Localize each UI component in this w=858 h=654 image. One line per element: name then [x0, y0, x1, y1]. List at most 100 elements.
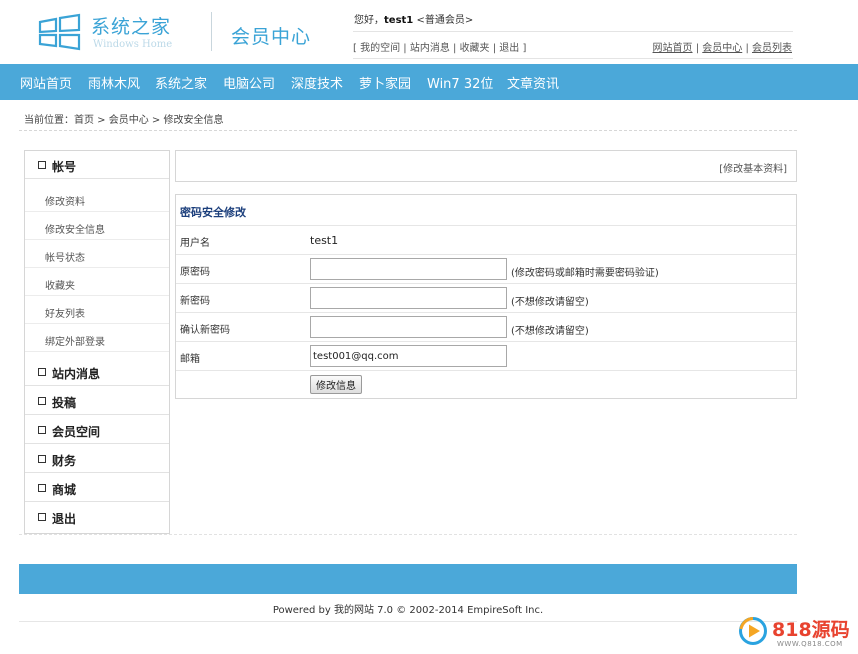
form-row-username: 用户名 test1	[176, 225, 796, 254]
link-site-home[interactable]: 网站首页	[653, 43, 693, 54]
breadcrumb-current: 修改安全信息	[163, 115, 224, 126]
sidebar-section-logout[interactable]: 退出	[25, 503, 169, 531]
submit-button[interactable]: 修改信息	[310, 375, 362, 394]
breadcrumb-member-center[interactable]: 会员中心	[109, 115, 149, 126]
nav-item-xtzj[interactable]: 系统之家	[155, 73, 207, 92]
form-row-old-password: 原密码 (修改密码或邮箱时需要密码验证)	[176, 254, 796, 283]
play-logo-icon	[739, 617, 767, 645]
sidebar-section-label: 财务	[52, 454, 77, 468]
confirm-password-label: 确认新密码	[180, 325, 230, 336]
sidebar-section-label: 站内消息	[52, 367, 101, 381]
square-bullet-icon	[38, 484, 46, 492]
watermark-name: 818源码	[772, 619, 850, 641]
old-password-label: 原密码	[180, 267, 210, 278]
sidebar-section-label: 投稿	[52, 396, 77, 410]
square-bullet-icon	[38, 397, 46, 405]
form-row-new-password: 新密码 (不想修改请留空)	[176, 283, 796, 312]
email-label: 邮箱	[180, 354, 200, 365]
square-bullet-icon	[38, 455, 46, 463]
windows-logo-icon	[38, 13, 81, 51]
sidebar-item-label: 收藏夹	[45, 281, 75, 292]
form-row-email: 邮箱	[176, 341, 796, 370]
sidebar-section-member-space[interactable]: 会员空间	[25, 416, 169, 444]
old-password-input[interactable]	[310, 258, 507, 280]
nav-item-sdjs[interactable]: 深度技术	[291, 73, 343, 92]
nav-item-lbjy[interactable]: 萝卜家园	[359, 73, 411, 92]
greeting-username: test1	[384, 15, 414, 26]
greeting: 您好，test1 <普通会员>	[354, 11, 473, 26]
confirm-password-input[interactable]	[310, 316, 507, 338]
link-logout[interactable]: 退出	[499, 43, 519, 54]
profile-link-box: [修改基本资料]	[175, 150, 797, 182]
sidebar-item-favorites[interactable]: 收藏夹	[25, 268, 169, 296]
sidebar-section-label: 退出	[52, 512, 77, 526]
divider	[353, 31, 793, 32]
breadcrumb-label: 当前位置：	[24, 115, 74, 126]
sidebar-item-account-status[interactable]: 帐号状态	[25, 240, 169, 268]
sidebar-section-account[interactable]: 帐号	[25, 151, 169, 179]
security-form: 密码安全修改 用户名 test1 原密码 (修改密码或邮箱时需要密码验证) 新密…	[175, 194, 797, 399]
watermark: 818源码 WWW.Q818.COM	[738, 614, 854, 654]
sidebar-section-label: 会员空间	[52, 425, 101, 439]
sidebar-section-label: 商城	[52, 483, 77, 497]
divider	[353, 58, 793, 59]
sidebar-item-label: 修改资料	[45, 197, 85, 208]
sidebar-section-shop[interactable]: 商城	[25, 474, 169, 502]
sidebar-item-label: 好友列表	[45, 309, 85, 320]
email-input[interactable]	[310, 345, 507, 367]
link-favorites[interactable]: 收藏夹	[460, 43, 490, 54]
edit-basic-profile-link[interactable]: [修改基本资料]	[719, 160, 787, 175]
sidebar-section-finance[interactable]: 财务	[25, 445, 169, 473]
logo-divider	[211, 12, 212, 51]
sidebar-section-messages[interactable]: 站内消息	[25, 358, 169, 386]
watermark-url: WWW.Q818.COM	[777, 640, 843, 648]
footer-bar	[19, 564, 797, 594]
sidebar-item-label: 修改安全信息	[45, 225, 105, 236]
breadcrumb: 当前位置：首页 > 会员中心 > 修改安全信息	[24, 115, 224, 126]
sidebar-item-bind-login[interactable]: 绑定外部登录	[25, 324, 169, 352]
divider	[19, 534, 797, 535]
breadcrumb-home[interactable]: 首页	[74, 115, 94, 126]
sidebar-item-label: 绑定外部登录	[45, 337, 105, 348]
greeting-prefix: 您好，	[354, 15, 384, 26]
sidebar: 帐号 修改资料 修改安全信息 帐号状态 收藏夹 好友列表 绑定外部登录 站内消息…	[24, 150, 170, 534]
square-bullet-icon	[38, 161, 46, 169]
logo-subtitle: Windows Home	[93, 39, 173, 50]
new-password-hint: (不想修改请留空)	[511, 297, 589, 308]
square-bullet-icon	[38, 426, 46, 434]
sidebar-item-edit-security[interactable]: 修改安全信息	[25, 212, 169, 240]
username-value: test1	[310, 234, 339, 247]
form-row-confirm-password: 确认新密码 (不想修改请留空)	[176, 312, 796, 341]
nav-item-dngs[interactable]: 电脑公司	[223, 73, 275, 92]
nav-item-home[interactable]: 网站首页	[20, 73, 72, 92]
link-member-center[interactable]: 会员中心	[702, 43, 742, 54]
old-password-hint: (修改密码或邮箱时需要密码验证)	[511, 268, 659, 279]
member-center-title: 会员中心	[231, 26, 312, 48]
divider	[19, 621, 797, 622]
nav-item-win7[interactable]: Win7 32位	[427, 73, 493, 92]
username-label: 用户名	[180, 238, 210, 249]
sidebar-section-submit[interactable]: 投稿	[25, 387, 169, 415]
confirm-password-hint: (不想修改请留空)	[511, 326, 589, 337]
sidebar-item-edit-profile[interactable]: 修改资料	[25, 184, 169, 212]
new-password-label: 新密码	[180, 296, 210, 307]
logo-title: 系统之家	[91, 16, 172, 38]
form-title: 密码安全修改	[180, 206, 246, 219]
user-links: [ 我的空间 | 站内消息 | 收藏夹 | 退出 ]	[353, 43, 527, 54]
nav-item-articles[interactable]: 文章资讯	[507, 73, 559, 92]
footer-copyright: Powered by 我的网站 7.0 © 2002-2014 EmpireSo…	[272, 605, 544, 616]
header: 系统之家 Windows Home 会员中心 您好，test1 <普通会员> […	[0, 0, 858, 64]
square-bullet-icon	[38, 513, 46, 521]
nav-item-ylmf[interactable]: 雨林木风	[88, 73, 140, 92]
main-nav: 网站首页 雨林木风 系统之家 电脑公司 深度技术 萝卜家园 Win7 32位 文…	[0, 64, 858, 100]
new-password-input[interactable]	[310, 287, 507, 309]
link-member-list[interactable]: 会员列表	[752, 43, 792, 54]
divider	[19, 130, 797, 131]
sidebar-item-label: 帐号状态	[45, 253, 85, 264]
user-role: <普通会员>	[416, 15, 474, 26]
link-my-space[interactable]: 我的空间	[360, 43, 400, 54]
form-row-submit: 修改信息	[176, 370, 796, 399]
sidebar-item-friends[interactable]: 好友列表	[25, 296, 169, 324]
link-messages[interactable]: 站内消息	[410, 43, 450, 54]
site-links: 网站首页 | 会员中心 | 会员列表	[652, 43, 792, 54]
